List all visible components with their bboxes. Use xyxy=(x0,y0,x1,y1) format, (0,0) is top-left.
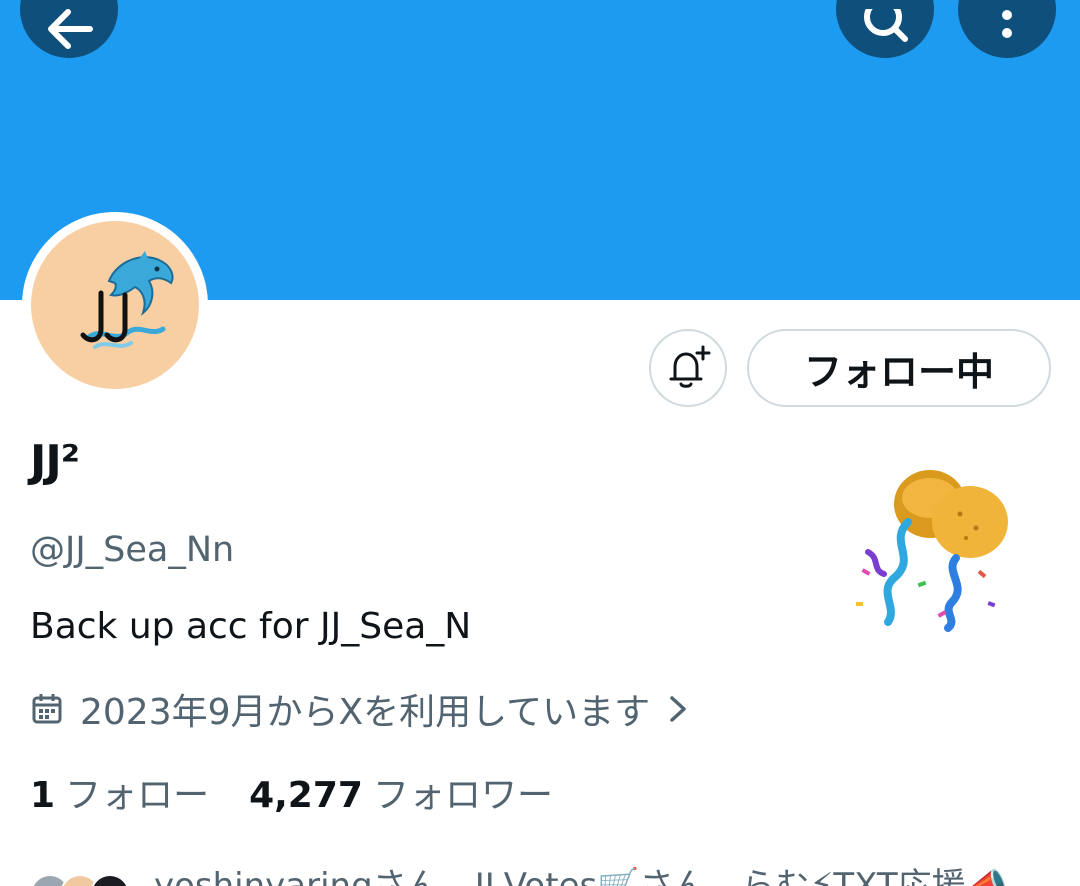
user-handle: @JJ_Sea_Nn xyxy=(30,530,235,570)
bell-plus-icon xyxy=(669,345,711,388)
mini-avatar xyxy=(90,874,130,886)
join-date-text: 2023年9月からXを利用しています xyxy=(80,692,651,733)
following-link[interactable]: 1 フォロー xyxy=(30,766,209,818)
followers-label: フォロワー xyxy=(372,775,553,816)
followers-link[interactable]: 4,277 フォロワー xyxy=(249,766,553,818)
avatar[interactable] xyxy=(22,212,208,398)
dolphin-jj-logo-icon xyxy=(80,251,174,349)
followed-by-text: yoshinyaringさん、JJ-Votes🛒さん、らむ⚡TXT応援📣 xyxy=(154,865,1008,886)
follow-stats: 1 フォロー 4,277 フォロワー xyxy=(30,766,553,818)
following-count: 1 xyxy=(30,775,56,816)
display-name: JJ² xyxy=(30,436,80,487)
followed-by-avatars xyxy=(30,862,140,886)
search-icon xyxy=(864,9,908,42)
notifications-button[interactable] xyxy=(649,329,727,407)
balloons-confetti-icon xyxy=(856,470,1008,632)
profile-page: フォロー中 JJ² @JJ_Sea_Nn Back up acc for JJ_… xyxy=(0,0,1080,886)
following-label: フォロー xyxy=(65,775,210,816)
calendar-icon xyxy=(32,694,62,724)
profile-bio: Back up acc for JJ_Sea_N xyxy=(30,606,472,647)
followed-by-row[interactable]: yoshinyaringさん、JJ-Votes🛒さん、らむ⚡TXT応援📣 xyxy=(30,862,1008,886)
more-vertical-icon xyxy=(1002,10,1012,38)
following-button[interactable]: フォロー中 xyxy=(747,329,1051,407)
chevron-right-icon xyxy=(670,696,686,722)
join-date-row[interactable]: 2023年9月からXを利用しています xyxy=(30,686,690,733)
followers-count: 4,277 xyxy=(249,775,363,816)
back-arrow-icon xyxy=(48,9,93,49)
